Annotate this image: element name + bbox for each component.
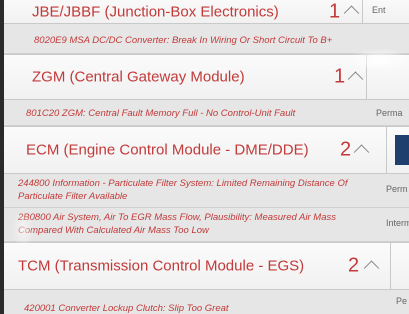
chevron-up-icon[interactable]: [347, 71, 364, 87]
fault-row[interactable]: 8020E9 MSA DC/DC Converter: Break In Wir…: [4, 24, 409, 54]
fault-count: 2: [340, 138, 352, 161]
fault-text: 2B0800 Air System, Air To EGR Mass Flow,…: [18, 212, 337, 236]
fault-side-text: Interm: [386, 218, 409, 228]
module-name: ZGM (Central Gateway Module): [32, 68, 245, 86]
fault-row[interactable]: 420001 Converter Lockup Clutch: Slip Too…: [4, 290, 409, 314]
module-row-tcm[interactable]: TCM (Transmission Control Module - EGS) …: [4, 242, 409, 290]
fault-row[interactable]: 2B0800 Air System, Air To EGR Mass Flow,…: [4, 208, 409, 242]
module-row-zgm[interactable]: ZGM (Central Gateway Module) 1: [4, 54, 409, 100]
fault-count: 1: [329, 0, 341, 23]
fault-side-text: Pe: [396, 296, 408, 306]
module-name: JBE/JBBF (Junction-Box Electronics): [32, 3, 279, 21]
fault-text: 420001 Converter Lockup Clutch: Slip Too…: [24, 303, 229, 314]
fault-row[interactable]: 801C20 ZGM: Central Fault Memory Full - …: [4, 100, 409, 126]
fault-memory-screen: JBE/JBBF (Junction-Box Electronics) 1 En…: [4, 0, 409, 314]
module-row-ecm[interactable]: ECM (Engine Control Module - DME/DDE) 2: [4, 126, 409, 174]
fault-text: 244800 Information - Particulate Filter …: [18, 178, 348, 202]
fault-row[interactable]: 244800 Information - Particulate Filter …: [4, 174, 409, 208]
fault-count: 2: [348, 254, 360, 277]
fault-text: 801C20 ZGM: Central Fault Memory Full - …: [26, 108, 296, 119]
fault-text: 8020E9 MSA DC/DC Converter: Break In Wir…: [34, 35, 333, 46]
fault-side-text: Perm: [386, 184, 408, 194]
fault-count: 1: [334, 65, 346, 88]
side-button[interactable]: [395, 135, 409, 165]
module-name: TCM (Transmission Control Module - EGS): [18, 257, 305, 275]
side-text: Ent: [372, 5, 386, 15]
module-name: ECM (Engine Control Module - DME/DDE): [26, 141, 309, 159]
chevron-up-icon[interactable]: [353, 144, 370, 160]
chevron-up-icon[interactable]: [363, 260, 380, 276]
fault-side-text: Perma: [376, 108, 403, 118]
chevron-up-icon[interactable]: [343, 5, 360, 22]
module-row-jbe[interactable]: JBE/JBBF (Junction-Box Electronics) 1 En…: [4, 0, 409, 24]
